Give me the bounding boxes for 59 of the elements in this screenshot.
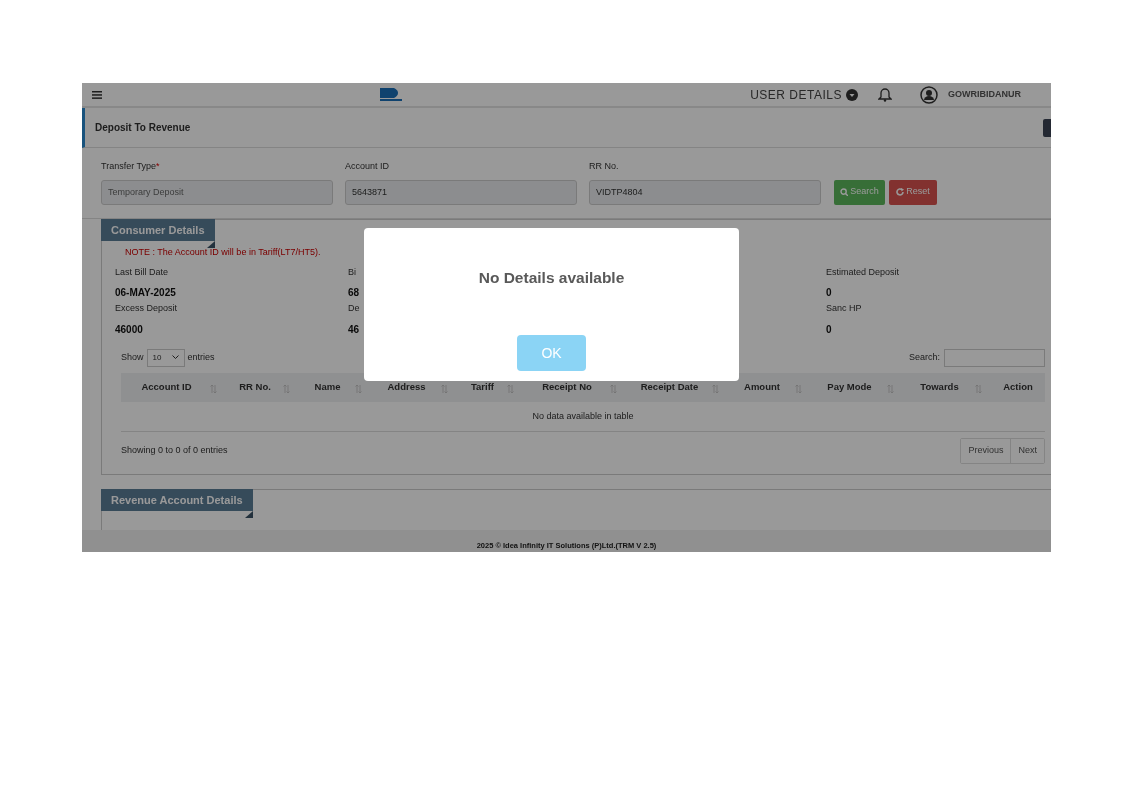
input-field[interactable]: VIDTP4804 <box>589 179 821 205</box>
bell-icon[interactable] <box>878 87 892 102</box>
sort-icon <box>355 384 362 393</box>
input-field[interactable]: 5643871 <box>345 179 577 205</box>
page-size-select[interactable]: 10 <box>146 348 185 367</box>
sort-icon <box>210 384 217 393</box>
detail-label: Bi <box>348 265 357 279</box>
detail-label: Last Bill Date <box>115 265 170 279</box>
detail-label: Sanc HP <box>826 302 863 315</box>
detail-value: 68 <box>348 286 360 300</box>
collapse-button[interactable] <box>1043 118 1051 137</box>
logo-icon <box>378 87 404 102</box>
sort-icon <box>975 384 982 393</box>
sort-icon <box>507 384 514 393</box>
entries-label: entries <box>187 350 215 364</box>
detail-label: Estimated Deposit <box>826 265 900 279</box>
menu-icon[interactable] <box>92 90 102 99</box>
column-header[interactable]: Account ID <box>121 372 225 402</box>
field-label: Transfer Type* <box>101 160 161 173</box>
column-header[interactable]: Towards <box>902 372 990 402</box>
column-header[interactable]: Action <box>990 372 1045 402</box>
detail-value: 46 <box>348 322 360 337</box>
reset-button[interactable]: Reset <box>889 179 937 205</box>
detail-value: 46000 <box>115 322 144 337</box>
input-field[interactable]: Temporary Deposit <box>101 179 333 205</box>
modal-title: No Details available <box>478 268 625 288</box>
search-field[interactable] <box>944 348 1045 367</box>
sort-icon <box>610 384 617 393</box>
table-info: Showing 0 to 0 of 0 entries <box>121 444 228 457</box>
sort-icon <box>441 384 448 393</box>
sort-icon <box>712 384 719 393</box>
corner-icon <box>206 241 215 248</box>
column-header[interactable]: RR No. <box>225 372 298 402</box>
detail-label: De <box>348 302 360 315</box>
note-text: NOTE : The Account ID will be in Tariff(LT7/HT5). <box>125 246 322 259</box>
search-label: Search: <box>908 350 940 364</box>
detail-value: 0 <box>826 322 833 337</box>
detail-value: 06-MAY-2025 <box>115 286 177 300</box>
column-header[interactable]: Name <box>298 372 370 402</box>
column-header[interactable]: Pay Mode <box>810 372 902 402</box>
column-header[interactable]: Amount <box>727 372 810 402</box>
caret-circle-icon <box>846 88 858 101</box>
page-title: Deposit To Revenue <box>95 121 191 135</box>
user-details-link[interactable]: USER DETAILS <box>750 85 842 104</box>
sort-icon <box>283 384 290 393</box>
user-avatar-icon[interactable] <box>920 85 938 104</box>
detail-label: Excess Deposit <box>115 302 178 315</box>
chevron-down-icon <box>171 355 179 360</box>
show-label: Show <box>121 350 144 364</box>
reset-icon <box>896 188 905 196</box>
field-label: RR No. <box>589 160 620 173</box>
corner-icon <box>244 511 253 518</box>
sort-icon <box>887 384 894 393</box>
empty-message: No data available in table <box>121 401 1045 432</box>
search-icon <box>840 188 849 196</box>
field-label: Account ID <box>345 160 391 173</box>
detail-value: 0 <box>826 286 833 300</box>
location-label: GOWRIBIDANUR <box>948 87 1021 101</box>
sort-icon <box>795 384 802 393</box>
